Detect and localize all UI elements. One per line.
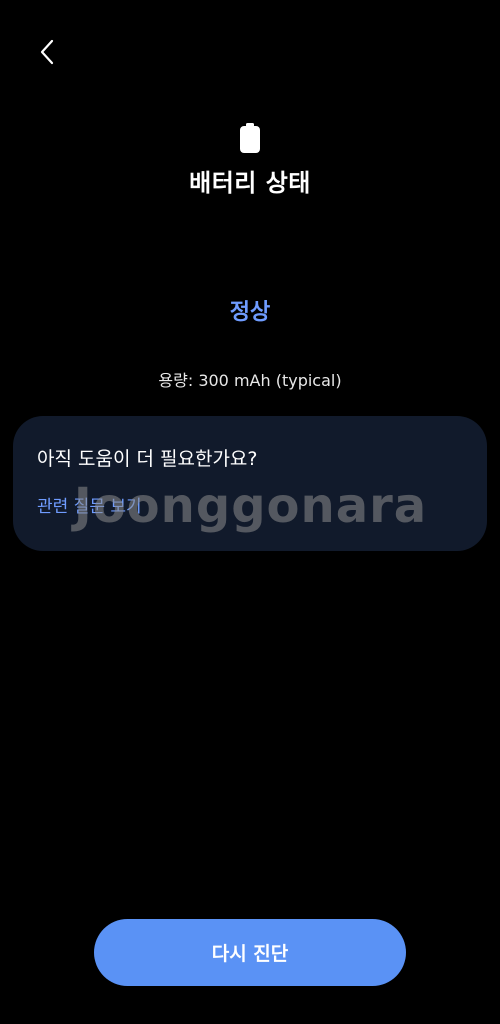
page-title: 배터리 상태 <box>189 169 311 197</box>
battery-icon <box>240 123 260 153</box>
related-questions-link[interactable]: 관련 질문 보기 <box>37 492 142 517</box>
help-question-text: 아직 도움이 더 필요한가요? <box>37 448 258 470</box>
battery-status-text: 정상 <box>229 300 271 325</box>
rediagnose-button[interactable]: 다시 진단 <box>94 919 406 986</box>
back-button[interactable] <box>28 32 68 72</box>
battery-capacity-text: 용량: 300 mAh (typical) <box>158 371 342 390</box>
chevron-left-icon <box>40 39 54 65</box>
help-card: 아직 도움이 더 필요한가요? 관련 질문 보기 <box>13 416 487 551</box>
